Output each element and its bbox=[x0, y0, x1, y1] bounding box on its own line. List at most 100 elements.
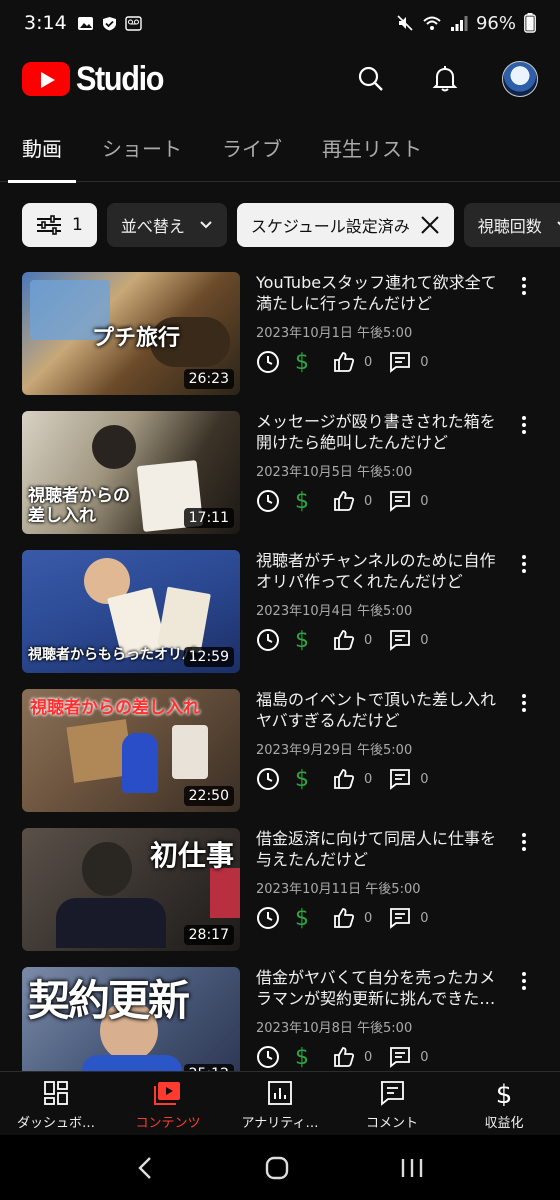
monetization-dollar-icon: $ bbox=[295, 489, 309, 513]
like-icon bbox=[334, 1047, 355, 1067]
more-options-button[interactable] bbox=[514, 832, 534, 852]
filter-chips: 1 並べ替え スケジュール設定済み 視聴回数 bbox=[22, 203, 560, 247]
comment-icon bbox=[390, 630, 411, 651]
more-options-button[interactable] bbox=[514, 693, 534, 713]
voicemail-icon bbox=[124, 15, 142, 31]
views-chip[interactable]: 視聴回数 bbox=[463, 203, 560, 247]
scheduled-filter-chip[interactable]: スケジュール設定済み bbox=[236, 203, 454, 247]
svg-text:$: $ bbox=[295, 350, 309, 374]
like-icon bbox=[334, 352, 355, 372]
comment-count: 0 bbox=[420, 632, 429, 648]
more-options-button[interactable] bbox=[514, 415, 534, 435]
comment-icon bbox=[390, 352, 411, 373]
tab-live[interactable]: ライブ bbox=[222, 114, 282, 182]
like-count: 0 bbox=[364, 354, 373, 370]
like-icon bbox=[334, 630, 355, 650]
content-icon bbox=[154, 1082, 180, 1105]
like-icon bbox=[334, 491, 355, 511]
notifications-button[interactable] bbox=[428, 62, 462, 96]
comment-count: 0 bbox=[420, 910, 429, 926]
scheduled-clock-icon bbox=[257, 351, 279, 373]
status-time: 3:14 bbox=[24, 12, 67, 34]
video-title: 視聴者がチャンネルのために自作オリパ作ってくれたんだけど bbox=[256, 551, 496, 591]
monetization-dollar-icon: $ bbox=[295, 906, 309, 930]
like-count: 0 bbox=[364, 910, 373, 926]
thumbnail-caption: 契約更新 bbox=[28, 976, 190, 1025]
recent-apps-icon[interactable] bbox=[399, 1156, 425, 1180]
svg-text:$: $ bbox=[496, 1080, 513, 1106]
svg-text:$: $ bbox=[295, 628, 309, 652]
video-thumbnail[interactable]: 視聴者からの差し入れ 22:50 bbox=[22, 689, 240, 812]
thumbnail-caption: 視聴者からの差し入れ bbox=[30, 698, 200, 718]
battery-icon bbox=[524, 13, 536, 33]
monetization-dollar-icon: $ bbox=[295, 1045, 309, 1069]
video-row[interactable]: 視聴者からもらったオリパ 12:59 視聴者がチャンネルのために自作オリパ作って… bbox=[0, 550, 560, 689]
video-thumbnail[interactable]: 初仕事 28:17 bbox=[22, 828, 240, 951]
search-icon bbox=[358, 66, 383, 91]
like-count: 0 bbox=[364, 771, 373, 787]
nav-comments[interactable]: コメント bbox=[336, 1072, 448, 1135]
more-options-button[interactable] bbox=[514, 971, 534, 991]
sort-chip[interactable]: 並べ替え bbox=[106, 203, 227, 247]
tab-shorts[interactable]: ショート bbox=[102, 114, 182, 182]
comment-count: 0 bbox=[420, 354, 429, 370]
scheduled-clock-icon bbox=[257, 490, 279, 512]
scheduled-clock-icon bbox=[257, 768, 279, 790]
nav-analytics[interactable]: アナリティ… bbox=[224, 1072, 336, 1135]
video-row[interactable]: プチ旅行 26:23 YouTubeスタッフ連れて欲求全て満たしに行ったんだけど… bbox=[0, 272, 560, 411]
home-icon[interactable] bbox=[265, 1156, 289, 1180]
more-options-button[interactable] bbox=[514, 554, 534, 574]
scheduled-clock-icon bbox=[257, 907, 279, 929]
video-row[interactable]: 初仕事 28:17 借金返済に向けて同居人に仕事を与えたんだけど 2023年10… bbox=[0, 828, 560, 967]
video-thumbnail[interactable]: プチ旅行 26:23 bbox=[22, 272, 240, 395]
thumbnail-caption: 視聴者からの差し入れ bbox=[28, 486, 130, 526]
like-count: 0 bbox=[364, 632, 373, 648]
more-vert-icon bbox=[522, 833, 526, 851]
thumbnail-caption: 初仕事 bbox=[149, 839, 234, 872]
video-thumbnail[interactable]: 視聴者からの差し入れ 17:11 bbox=[22, 411, 240, 534]
video-row[interactable]: 視聴者からの差し入れ 17:11 メッセージが殴り書きされた箱を開けたら絶叫した… bbox=[0, 411, 560, 550]
nav-monetization[interactable]: $ 収益化 bbox=[448, 1072, 560, 1135]
video-title: 福島のイベントで頂いた差し入れヤバすぎるんだけど bbox=[256, 690, 497, 730]
studio-logo[interactable]: Studio bbox=[22, 60, 173, 99]
active-filter-label: スケジュール設定済み bbox=[250, 217, 410, 236]
video-date: 2023年10月1日 午後5:00 bbox=[256, 326, 413, 341]
video-duration: 17:11 bbox=[183, 508, 234, 528]
monetization-dollar-icon: $ bbox=[295, 350, 309, 374]
scheduled-clock-icon bbox=[257, 1046, 279, 1068]
like-count: 0 bbox=[364, 493, 373, 509]
account-avatar[interactable] bbox=[502, 61, 538, 97]
comment-count: 0 bbox=[420, 1049, 429, 1065]
search-button[interactable] bbox=[354, 62, 388, 96]
nav-content[interactable]: コンテンツ bbox=[112, 1072, 224, 1135]
video-list: プチ旅行 26:23 YouTubeスタッフ連れて欲求全て満たしに行ったんだけど… bbox=[0, 272, 560, 1106]
video-title: メッセージが殴り書きされた箱を開けたら絶叫したんだけど bbox=[256, 412, 496, 452]
close-icon[interactable] bbox=[420, 215, 440, 235]
tab-playlists[interactable]: 再生リスト bbox=[322, 114, 422, 182]
mute-icon bbox=[397, 15, 413, 31]
video-thumbnail[interactable]: 視聴者からもらったオリパ 12:59 bbox=[22, 550, 240, 673]
battery-level: 96% bbox=[475, 12, 516, 34]
more-vert-icon bbox=[522, 277, 526, 295]
video-title: 借金返済に向けて同居人に仕事を与えたんだけど bbox=[256, 829, 497, 869]
filter-count: 1 bbox=[72, 215, 83, 235]
comment-icon bbox=[390, 908, 411, 929]
views-label: 視聴回数 bbox=[477, 217, 542, 236]
nav-dashboard[interactable]: ダッシュボ… bbox=[0, 1072, 112, 1135]
system-navigation-bar bbox=[0, 1135, 560, 1200]
dashboard-icon bbox=[44, 1081, 68, 1105]
video-row[interactable]: 視聴者からの差し入れ 22:50 福島のイベントで頂いた差し入れヤバすぎるんだけ… bbox=[0, 689, 560, 828]
svg-text:$: $ bbox=[295, 767, 309, 791]
video-date: 2023年9月29日 午後5:00 bbox=[256, 743, 413, 758]
more-options-button[interactable] bbox=[514, 276, 534, 296]
shield-icon bbox=[102, 16, 116, 30]
app-name: Studio bbox=[76, 59, 164, 98]
monetization-icon: $ bbox=[496, 1080, 513, 1106]
more-vert-icon bbox=[522, 694, 526, 712]
content-tabs: 動画 ショート ライブ 再生リスト bbox=[0, 114, 560, 183]
tab-videos[interactable]: 動画 bbox=[8, 114, 76, 183]
filter-button[interactable]: 1 bbox=[22, 203, 97, 247]
like-icon bbox=[334, 769, 355, 789]
back-icon[interactable] bbox=[135, 1155, 155, 1181]
bell-icon bbox=[432, 66, 458, 92]
